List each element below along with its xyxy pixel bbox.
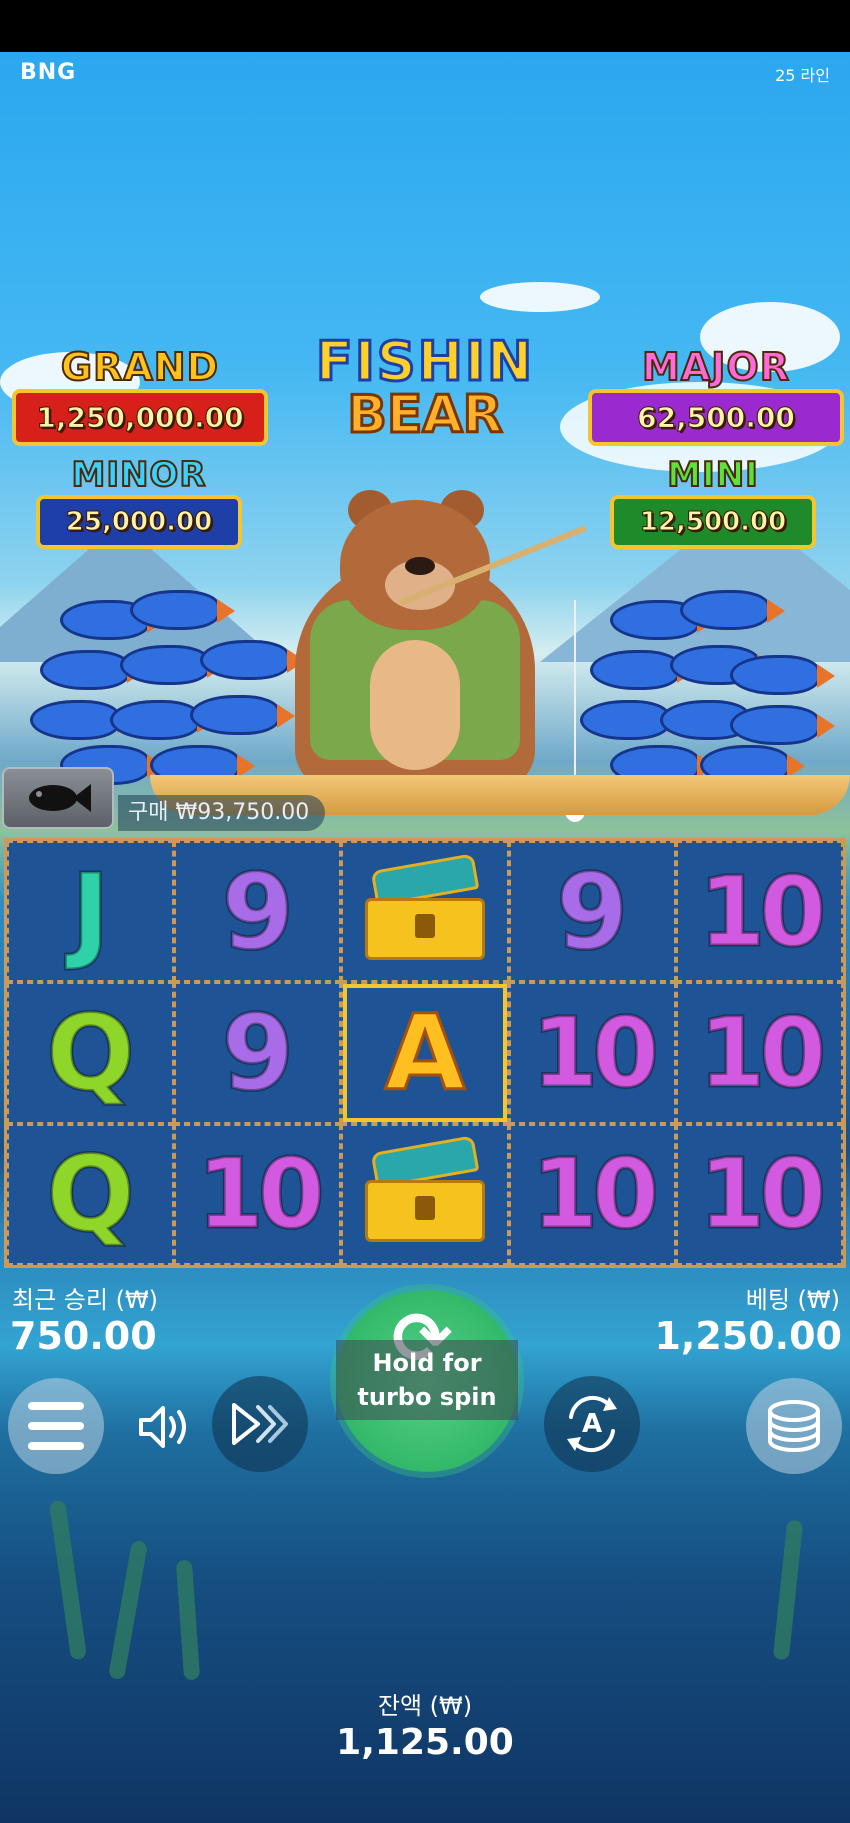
tackle-box-icon <box>364 1135 485 1244</box>
fish-icon <box>29 784 91 812</box>
paylines-label: 25 라인 <box>775 66 830 85</box>
reel-cell: Q <box>7 982 175 1124</box>
speaker-icon <box>139 1406 186 1448</box>
bet-settings-button[interactable] <box>746 1378 842 1474</box>
jackpot-mini-title: MINI <box>666 454 759 496</box>
reel-cell: A <box>341 982 509 1124</box>
reel-cell: 10 <box>675 1123 843 1265</box>
buy-feature-price[interactable]: 구매 ₩93,750.00 <box>118 795 326 831</box>
reel-cell: 9 <box>508 841 676 983</box>
reel-cells: J 9 9 10 Q 9 A 10 10 Q 10 10 10 <box>7 841 843 1265</box>
balance-label: 잔액 (₩) <box>377 1692 473 1720</box>
jackpot-major: MAJOR 62,500.00 <box>588 344 844 446</box>
reel-symbol: 10 <box>530 996 661 1109</box>
reel-grid: J 9 9 10 Q 9 A 10 10 Q 10 10 10 <box>4 838 846 1268</box>
reel-cell: 10 <box>508 982 676 1124</box>
jackpot-minor-value: 25,000.00 <box>36 495 242 549</box>
cloud <box>480 282 600 312</box>
tackle-box-icon <box>364 852 485 962</box>
reel-symbol: 10 <box>697 1138 828 1251</box>
jackpot-major-value: 62,500.00 <box>588 389 844 446</box>
reel-cell: 9 <box>174 982 342 1124</box>
jackpot-grand-title: GRAND <box>60 344 220 390</box>
fishing-line <box>574 600 576 800</box>
game-logo: FISHIN BEAR <box>275 329 575 447</box>
reel-symbol: Q <box>45 1133 136 1256</box>
reel-symbol: 10 <box>697 996 828 1109</box>
logo-line-1: FISHIN <box>314 329 535 395</box>
status-bar <box>0 0 850 52</box>
reel-symbol: 9 <box>220 991 295 1114</box>
jackpot-mini: MINI 12,500.00 <box>610 454 816 549</box>
jackpot-major-title: MAJOR <box>641 344 790 390</box>
jackpot-grand-value: 1,250,000.00 <box>12 389 268 446</box>
reel-symbol: Q <box>45 991 136 1114</box>
reel-cell: 10 <box>675 982 843 1124</box>
reel-cell <box>341 1123 509 1265</box>
brand-label: BNG <box>20 60 77 85</box>
last-win-label: 최근 승리 (₩) <box>12 1286 159 1314</box>
reel-symbol: 10 <box>195 1138 326 1251</box>
balance-value: 1,125.00 <box>336 1722 514 1763</box>
reel-cell: Q <box>7 1123 175 1265</box>
menu-button[interactable] <box>8 1378 104 1474</box>
buy-feature-button[interactable] <box>2 767 114 829</box>
reel-cell: J <box>7 841 175 983</box>
jackpot-minor-title: MINOR <box>70 454 207 496</box>
reel-symbol: 9 <box>220 850 295 973</box>
reel-symbol: J <box>70 850 112 973</box>
autoplay-button[interactable]: A <box>544 1376 640 1472</box>
bet-value[interactable]: 1,250.00 <box>654 1314 842 1358</box>
logo-line-2: BEAR <box>346 384 504 447</box>
reel-symbol: 10 <box>530 1138 661 1251</box>
fast-forward-icon <box>232 1403 288 1445</box>
reel-symbol: 9 <box>554 850 629 973</box>
last-win-value: 750.00 <box>10 1314 157 1358</box>
reel-symbol: 10 <box>697 855 828 968</box>
reel-cell: 10 <box>174 1123 342 1265</box>
bet-label: 베팅 (₩) <box>745 1286 840 1314</box>
reel-symbol: A <box>383 991 466 1114</box>
quick-spin-button[interactable] <box>212 1376 308 1472</box>
reel-cell: 9 <box>174 841 342 983</box>
autoplay-label: A <box>581 1409 603 1439</box>
jackpot-mini-value: 12,500.00 <box>610 495 816 549</box>
reel-cell: 10 <box>675 841 843 983</box>
hamburger-icon <box>28 1402 84 1450</box>
sound-button[interactable] <box>126 1386 208 1468</box>
spin-button[interactable]: ⟳ Hold for turbo spin <box>336 1290 518 1472</box>
coins-icon <box>768 1400 820 1452</box>
jackpot-minor: MINOR 25,000.00 <box>36 454 242 549</box>
jackpot-grand: GRAND 1,250,000.00 <box>12 344 268 446</box>
spin-hint-label: Hold for turbo spin <box>336 1340 518 1420</box>
reel-cell <box>341 841 509 983</box>
reel-cell: 10 <box>508 1123 676 1265</box>
